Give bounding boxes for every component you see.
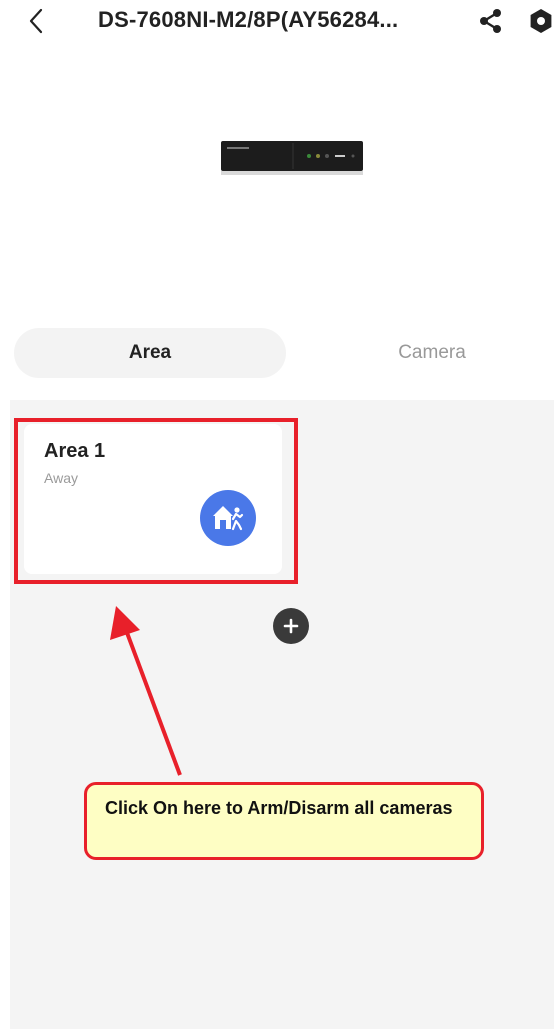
settings-button[interactable] (526, 6, 554, 36)
tab-camera[interactable]: Camera (296, 328, 554, 378)
area-status: Away (44, 470, 78, 486)
share-button[interactable] (476, 6, 506, 36)
area-name: Area 1 (44, 440, 106, 462)
nvr-device-image (221, 141, 363, 175)
plus-icon (283, 618, 299, 634)
back-button[interactable] (22, 6, 50, 36)
arm-mode-button[interactable] (200, 490, 256, 546)
page-title: DS-7608NI-M2/8P(AY56284... (98, 7, 399, 32)
top-bar: DS-7608NI-M2/8P(AY56284... (0, 0, 554, 44)
chevron-left-icon (29, 8, 43, 34)
annotation-callout: Click On here to Arm/Disarm all cameras (84, 782, 484, 860)
away-arm-icon (213, 506, 244, 531)
page: DS-7608NI-M2/8P(AY56284... Area Camera A… (0, 0, 554, 1029)
settings-icon (530, 9, 552, 33)
add-area-button[interactable] (273, 608, 309, 644)
tab-bar: Area Camera (0, 328, 554, 380)
tab-area[interactable]: Area (14, 328, 286, 378)
area-card[interactable]: Area 1 Away (24, 424, 282, 574)
share-icon (480, 9, 501, 33)
